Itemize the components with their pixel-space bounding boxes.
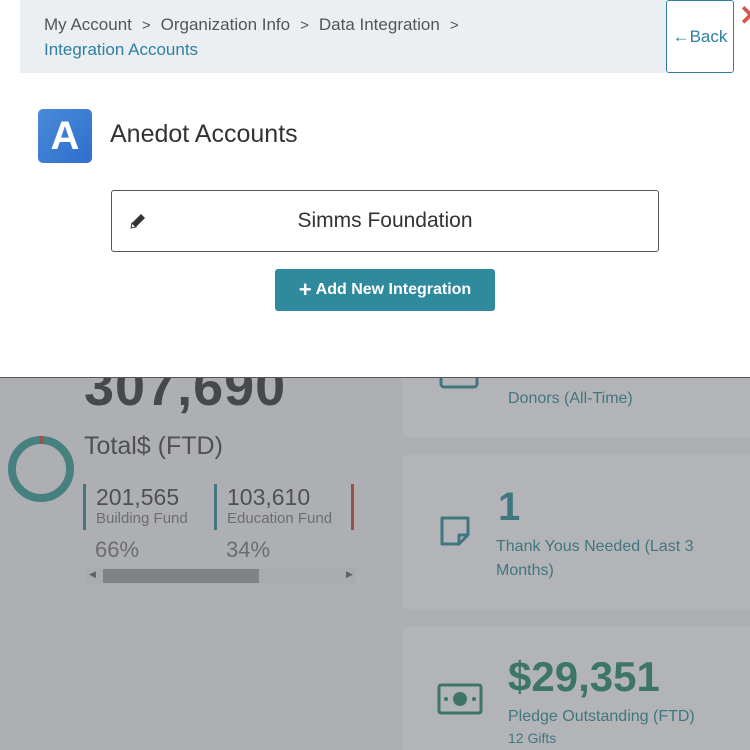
anedot-logo: A [38,109,92,163]
account-name: Simms Foundation [297,209,473,232]
breadcrumb: My Account > Organization Info > Data Integr… [20,0,666,73]
back-button[interactable]: ← Back [666,0,734,73]
breadcrumb-separator: > [141,17,151,34]
breadcrumb-organization-info[interactable]: Organization Info [161,15,290,34]
integration-accounts-modal: My Account > Organization Info > Data Integr… [0,0,750,378]
add-button-label: Add New Integration [315,281,472,298]
breadcrumb-trail: My Account > Organization Info > Data Integr… [44,13,644,62]
breadcrumb-current: Integration Accounts [44,40,199,59]
add-new-integration-button[interactable]: + Add New Integration [275,269,495,311]
modal-title: Anedot Accounts [110,120,298,148]
close-icon[interactable]: ✕ [739,2,750,30]
breadcrumb-data-integration[interactable]: Data Integration [319,15,440,34]
breadcrumb-separator: > [449,17,459,34]
plus-icon: + [298,277,312,302]
logo-letter: A [50,113,80,158]
arrow-left-icon: ← [672,26,690,46]
back-button-label: Back [689,26,728,46]
breadcrumb-separator: > [300,17,309,34]
breadcrumb-my-account[interactable]: My Account [44,15,132,34]
account-item[interactable]: Simms Foundation [111,190,659,252]
